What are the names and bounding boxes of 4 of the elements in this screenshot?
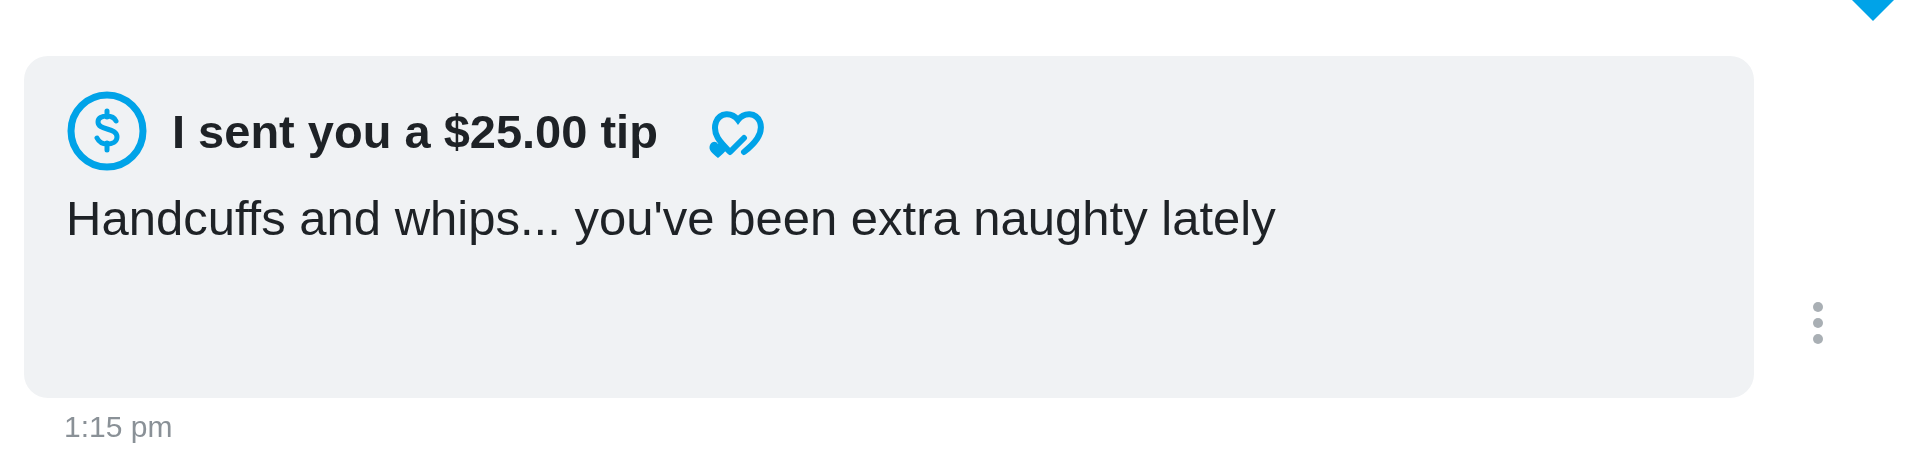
more-icon[interactable] bbox=[1812, 301, 1824, 345]
message-text: Handcuffs and whips... you've been extra naughty lately bbox=[66, 190, 1277, 247]
message-time: 1:15 pm bbox=[64, 410, 173, 443]
dollar-icon bbox=[66, 90, 148, 172]
